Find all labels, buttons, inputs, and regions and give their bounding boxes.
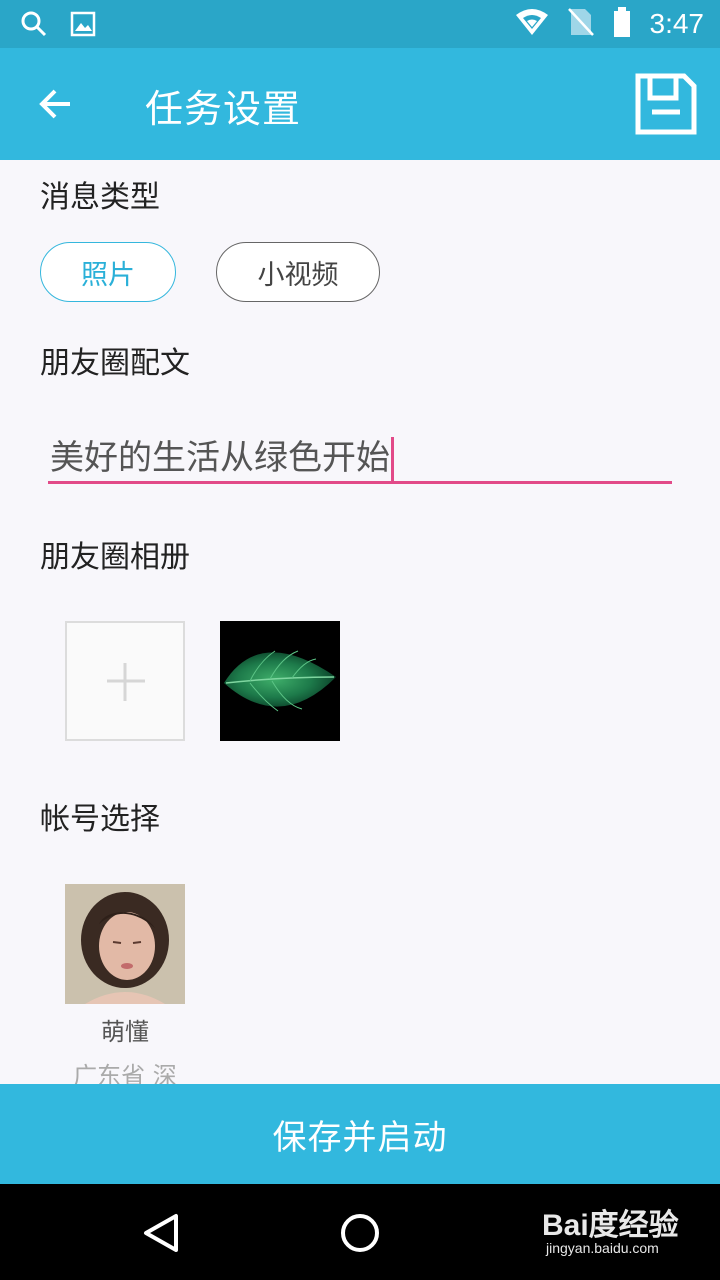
triangle-back-icon [144, 1214, 178, 1252]
battery-icon [612, 6, 632, 42]
floppy-disk-icon [635, 73, 697, 135]
back-button[interactable] [28, 76, 84, 132]
album-photo-thumbnail[interactable] [220, 621, 340, 741]
search-icon [20, 10, 48, 42]
album-label: 朋友圈相册 [40, 540, 190, 575]
status-time: 3:47 [649, 8, 705, 39]
baidu-jingyan-watermark: Bai度经验 jingyan.baidu.com [542, 1200, 702, 1266]
watermark-logo-text: Bai度经验 [542, 1209, 679, 1242]
add-photo-button[interactable] [65, 621, 185, 741]
text-cursor [391, 436, 394, 483]
image-icon [70, 11, 96, 41]
message-type-label: 消息类型 [40, 180, 160, 215]
caption-input[interactable]: 美好的生活从绿色开始 [48, 422, 672, 484]
plus-icon [107, 663, 145, 701]
type-chip-short-video[interactable]: 小视频 [216, 242, 380, 302]
wifi-icon [514, 7, 550, 41]
status-bar: 3:47 [0, 0, 720, 48]
caption-value: 美好的生活从绿色开始 [50, 430, 394, 483]
task-settings-form: 消息类型 照片 小视频 朋友圈配文 美好的生活从绿色开始 朋友圈相册 帐号选择 [0, 160, 720, 1084]
type-chip-photo[interactable]: 照片 [40, 242, 176, 302]
nav-back-button[interactable] [136, 1208, 186, 1258]
caption-label: 朋友圈配文 [40, 346, 190, 381]
account-label: 帐号选择 [40, 802, 160, 837]
page-title: 任务设置 [145, 87, 302, 131]
save-and-start-button[interactable]: 保存并启动 [0, 1084, 720, 1184]
circle-home-icon [341, 1214, 379, 1252]
no-sim-icon [567, 7, 594, 41]
account-name: 萌懂 [101, 1018, 149, 1046]
avatar-image [65, 884, 185, 1004]
watermark-url: jingyan.baidu.com [546, 1240, 659, 1256]
nav-home-button[interactable] [335, 1208, 385, 1258]
account-avatar[interactable] [65, 884, 185, 1004]
arrow-left-icon [39, 89, 70, 119]
save-button[interactable] [632, 70, 700, 138]
system-nav-bar: Bai度经验 jingyan.baidu.com [0, 1184, 720, 1280]
leaf-image [220, 621, 340, 741]
account-region: 广东省 深 [73, 1062, 177, 1084]
app-bar: 任务设置 [0, 48, 720, 160]
